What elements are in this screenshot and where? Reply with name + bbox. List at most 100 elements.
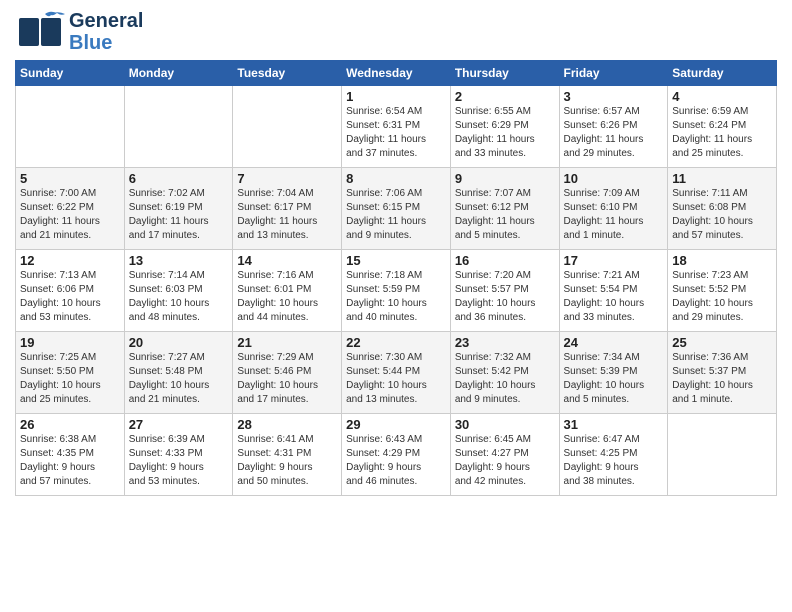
calendar-cell: 4Sunrise: 6:59 AM Sunset: 6:24 PM Daylig… [668, 86, 777, 168]
day-number: 30 [455, 417, 555, 432]
logo-general: General [69, 10, 143, 32]
calendar-table: Sunday Monday Tuesday Wednesday Thursday… [15, 60, 777, 496]
day-info: Sunrise: 7:29 AM Sunset: 5:46 PM Dayligh… [237, 351, 337, 407]
calendar-cell: 22Sunrise: 7:30 AM Sunset: 5:44 PM Dayli… [342, 332, 451, 414]
day-number: 24 [564, 335, 664, 350]
day-number: 8 [346, 171, 446, 186]
header-thursday: Thursday [450, 61, 559, 86]
day-number: 2 [455, 89, 555, 104]
calendar-cell: 3Sunrise: 6:57 AM Sunset: 6:26 PM Daylig… [559, 86, 668, 168]
calendar-cell: 17Sunrise: 7:21 AM Sunset: 5:54 PM Dayli… [559, 250, 668, 332]
day-info: Sunrise: 7:20 AM Sunset: 5:57 PM Dayligh… [455, 269, 555, 325]
day-info: Sunrise: 7:27 AM Sunset: 5:48 PM Dayligh… [129, 351, 229, 407]
day-info: Sunrise: 7:00 AM Sunset: 6:22 PM Dayligh… [20, 187, 120, 243]
day-info: Sunrise: 6:41 AM Sunset: 4:31 PM Dayligh… [237, 433, 337, 489]
logo-blue: Blue [69, 32, 143, 54]
calendar-cell: 13Sunrise: 7:14 AM Sunset: 6:03 PM Dayli… [124, 250, 233, 332]
calendar-cell [16, 86, 125, 168]
day-number: 11 [672, 171, 772, 186]
calendar-cell: 11Sunrise: 7:11 AM Sunset: 6:08 PM Dayli… [668, 168, 777, 250]
day-number: 18 [672, 253, 772, 268]
calendar-cell: 7Sunrise: 7:04 AM Sunset: 6:17 PM Daylig… [233, 168, 342, 250]
day-number: 27 [129, 417, 229, 432]
day-info: Sunrise: 7:02 AM Sunset: 6:19 PM Dayligh… [129, 187, 229, 243]
calendar-cell: 15Sunrise: 7:18 AM Sunset: 5:59 PM Dayli… [342, 250, 451, 332]
calendar-cell: 9Sunrise: 7:07 AM Sunset: 6:12 PM Daylig… [450, 168, 559, 250]
day-number: 12 [20, 253, 120, 268]
calendar-cell: 19Sunrise: 7:25 AM Sunset: 5:50 PM Dayli… [16, 332, 125, 414]
calendar-cell: 30Sunrise: 6:45 AM Sunset: 4:27 PM Dayli… [450, 414, 559, 496]
calendar-cell: 28Sunrise: 6:41 AM Sunset: 4:31 PM Dayli… [233, 414, 342, 496]
calendar-week-row: 5Sunrise: 7:00 AM Sunset: 6:22 PM Daylig… [16, 168, 777, 250]
day-number: 5 [20, 171, 120, 186]
calendar-cell: 29Sunrise: 6:43 AM Sunset: 4:29 PM Dayli… [342, 414, 451, 496]
day-number: 16 [455, 253, 555, 268]
calendar-cell [124, 86, 233, 168]
day-number: 14 [237, 253, 337, 268]
day-number: 4 [672, 89, 772, 104]
day-number: 20 [129, 335, 229, 350]
calendar-cell: 24Sunrise: 7:34 AM Sunset: 5:39 PM Dayli… [559, 332, 668, 414]
day-info: Sunrise: 7:30 AM Sunset: 5:44 PM Dayligh… [346, 351, 446, 407]
calendar-cell: 1Sunrise: 6:54 AM Sunset: 6:31 PM Daylig… [342, 86, 451, 168]
day-number: 21 [237, 335, 337, 350]
calendar-cell: 23Sunrise: 7:32 AM Sunset: 5:42 PM Dayli… [450, 332, 559, 414]
day-number: 29 [346, 417, 446, 432]
day-info: Sunrise: 7:13 AM Sunset: 6:06 PM Dayligh… [20, 269, 120, 325]
calendar-cell: 31Sunrise: 6:47 AM Sunset: 4:25 PM Dayli… [559, 414, 668, 496]
day-info: Sunrise: 6:57 AM Sunset: 6:26 PM Dayligh… [564, 105, 664, 161]
calendar-week-row: 19Sunrise: 7:25 AM Sunset: 5:50 PM Dayli… [16, 332, 777, 414]
calendar-cell: 2Sunrise: 6:55 AM Sunset: 6:29 PM Daylig… [450, 86, 559, 168]
calendar-cell: 21Sunrise: 7:29 AM Sunset: 5:46 PM Dayli… [233, 332, 342, 414]
header-friday: Friday [559, 61, 668, 86]
day-info: Sunrise: 7:14 AM Sunset: 6:03 PM Dayligh… [129, 269, 229, 325]
calendar-cell [668, 414, 777, 496]
day-info: Sunrise: 6:59 AM Sunset: 6:24 PM Dayligh… [672, 105, 772, 161]
day-info: Sunrise: 7:09 AM Sunset: 6:10 PM Dayligh… [564, 187, 664, 243]
day-number: 1 [346, 89, 446, 104]
day-info: Sunrise: 7:36 AM Sunset: 5:37 PM Dayligh… [672, 351, 772, 407]
day-number: 15 [346, 253, 446, 268]
day-info: Sunrise: 6:54 AM Sunset: 6:31 PM Dayligh… [346, 105, 446, 161]
day-number: 7 [237, 171, 337, 186]
day-info: Sunrise: 7:25 AM Sunset: 5:50 PM Dayligh… [20, 351, 120, 407]
calendar-cell: 6Sunrise: 7:02 AM Sunset: 6:19 PM Daylig… [124, 168, 233, 250]
day-info: Sunrise: 7:06 AM Sunset: 6:15 PM Dayligh… [346, 187, 446, 243]
day-number: 31 [564, 417, 664, 432]
header-sunday: Sunday [16, 61, 125, 86]
day-number: 3 [564, 89, 664, 104]
calendar-cell: 5Sunrise: 7:00 AM Sunset: 6:22 PM Daylig… [16, 168, 125, 250]
day-number: 23 [455, 335, 555, 350]
day-number: 22 [346, 335, 446, 350]
day-info: Sunrise: 6:38 AM Sunset: 4:35 PM Dayligh… [20, 433, 120, 489]
day-info: Sunrise: 6:39 AM Sunset: 4:33 PM Dayligh… [129, 433, 229, 489]
day-number: 13 [129, 253, 229, 268]
calendar-cell: 8Sunrise: 7:06 AM Sunset: 6:15 PM Daylig… [342, 168, 451, 250]
calendar-cell: 25Sunrise: 7:36 AM Sunset: 5:37 PM Dayli… [668, 332, 777, 414]
calendar-cell: 26Sunrise: 6:38 AM Sunset: 4:35 PM Dayli… [16, 414, 125, 496]
day-number: 26 [20, 417, 120, 432]
day-info: Sunrise: 6:55 AM Sunset: 6:29 PM Dayligh… [455, 105, 555, 161]
logo-icon [15, 10, 67, 54]
header: General Blue [15, 10, 777, 54]
day-info: Sunrise: 6:45 AM Sunset: 4:27 PM Dayligh… [455, 433, 555, 489]
day-info: Sunrise: 7:21 AM Sunset: 5:54 PM Dayligh… [564, 269, 664, 325]
day-number: 17 [564, 253, 664, 268]
day-number: 28 [237, 417, 337, 432]
calendar-cell: 16Sunrise: 7:20 AM Sunset: 5:57 PM Dayli… [450, 250, 559, 332]
page: General Blue Sunday Monday Tuesday Wedne… [0, 0, 792, 612]
day-info: Sunrise: 7:07 AM Sunset: 6:12 PM Dayligh… [455, 187, 555, 243]
calendar-week-row: 12Sunrise: 7:13 AM Sunset: 6:06 PM Dayli… [16, 250, 777, 332]
header-wednesday: Wednesday [342, 61, 451, 86]
day-info: Sunrise: 7:23 AM Sunset: 5:52 PM Dayligh… [672, 269, 772, 325]
calendar-cell: 18Sunrise: 7:23 AM Sunset: 5:52 PM Dayli… [668, 250, 777, 332]
day-number: 19 [20, 335, 120, 350]
day-number: 6 [129, 171, 229, 186]
calendar-cell: 14Sunrise: 7:16 AM Sunset: 6:01 PM Dayli… [233, 250, 342, 332]
header-saturday: Saturday [668, 61, 777, 86]
calendar-cell: 27Sunrise: 6:39 AM Sunset: 4:33 PM Dayli… [124, 414, 233, 496]
day-info: Sunrise: 7:32 AM Sunset: 5:42 PM Dayligh… [455, 351, 555, 407]
calendar-cell: 10Sunrise: 7:09 AM Sunset: 6:10 PM Dayli… [559, 168, 668, 250]
day-info: Sunrise: 7:11 AM Sunset: 6:08 PM Dayligh… [672, 187, 772, 243]
calendar-cell [233, 86, 342, 168]
